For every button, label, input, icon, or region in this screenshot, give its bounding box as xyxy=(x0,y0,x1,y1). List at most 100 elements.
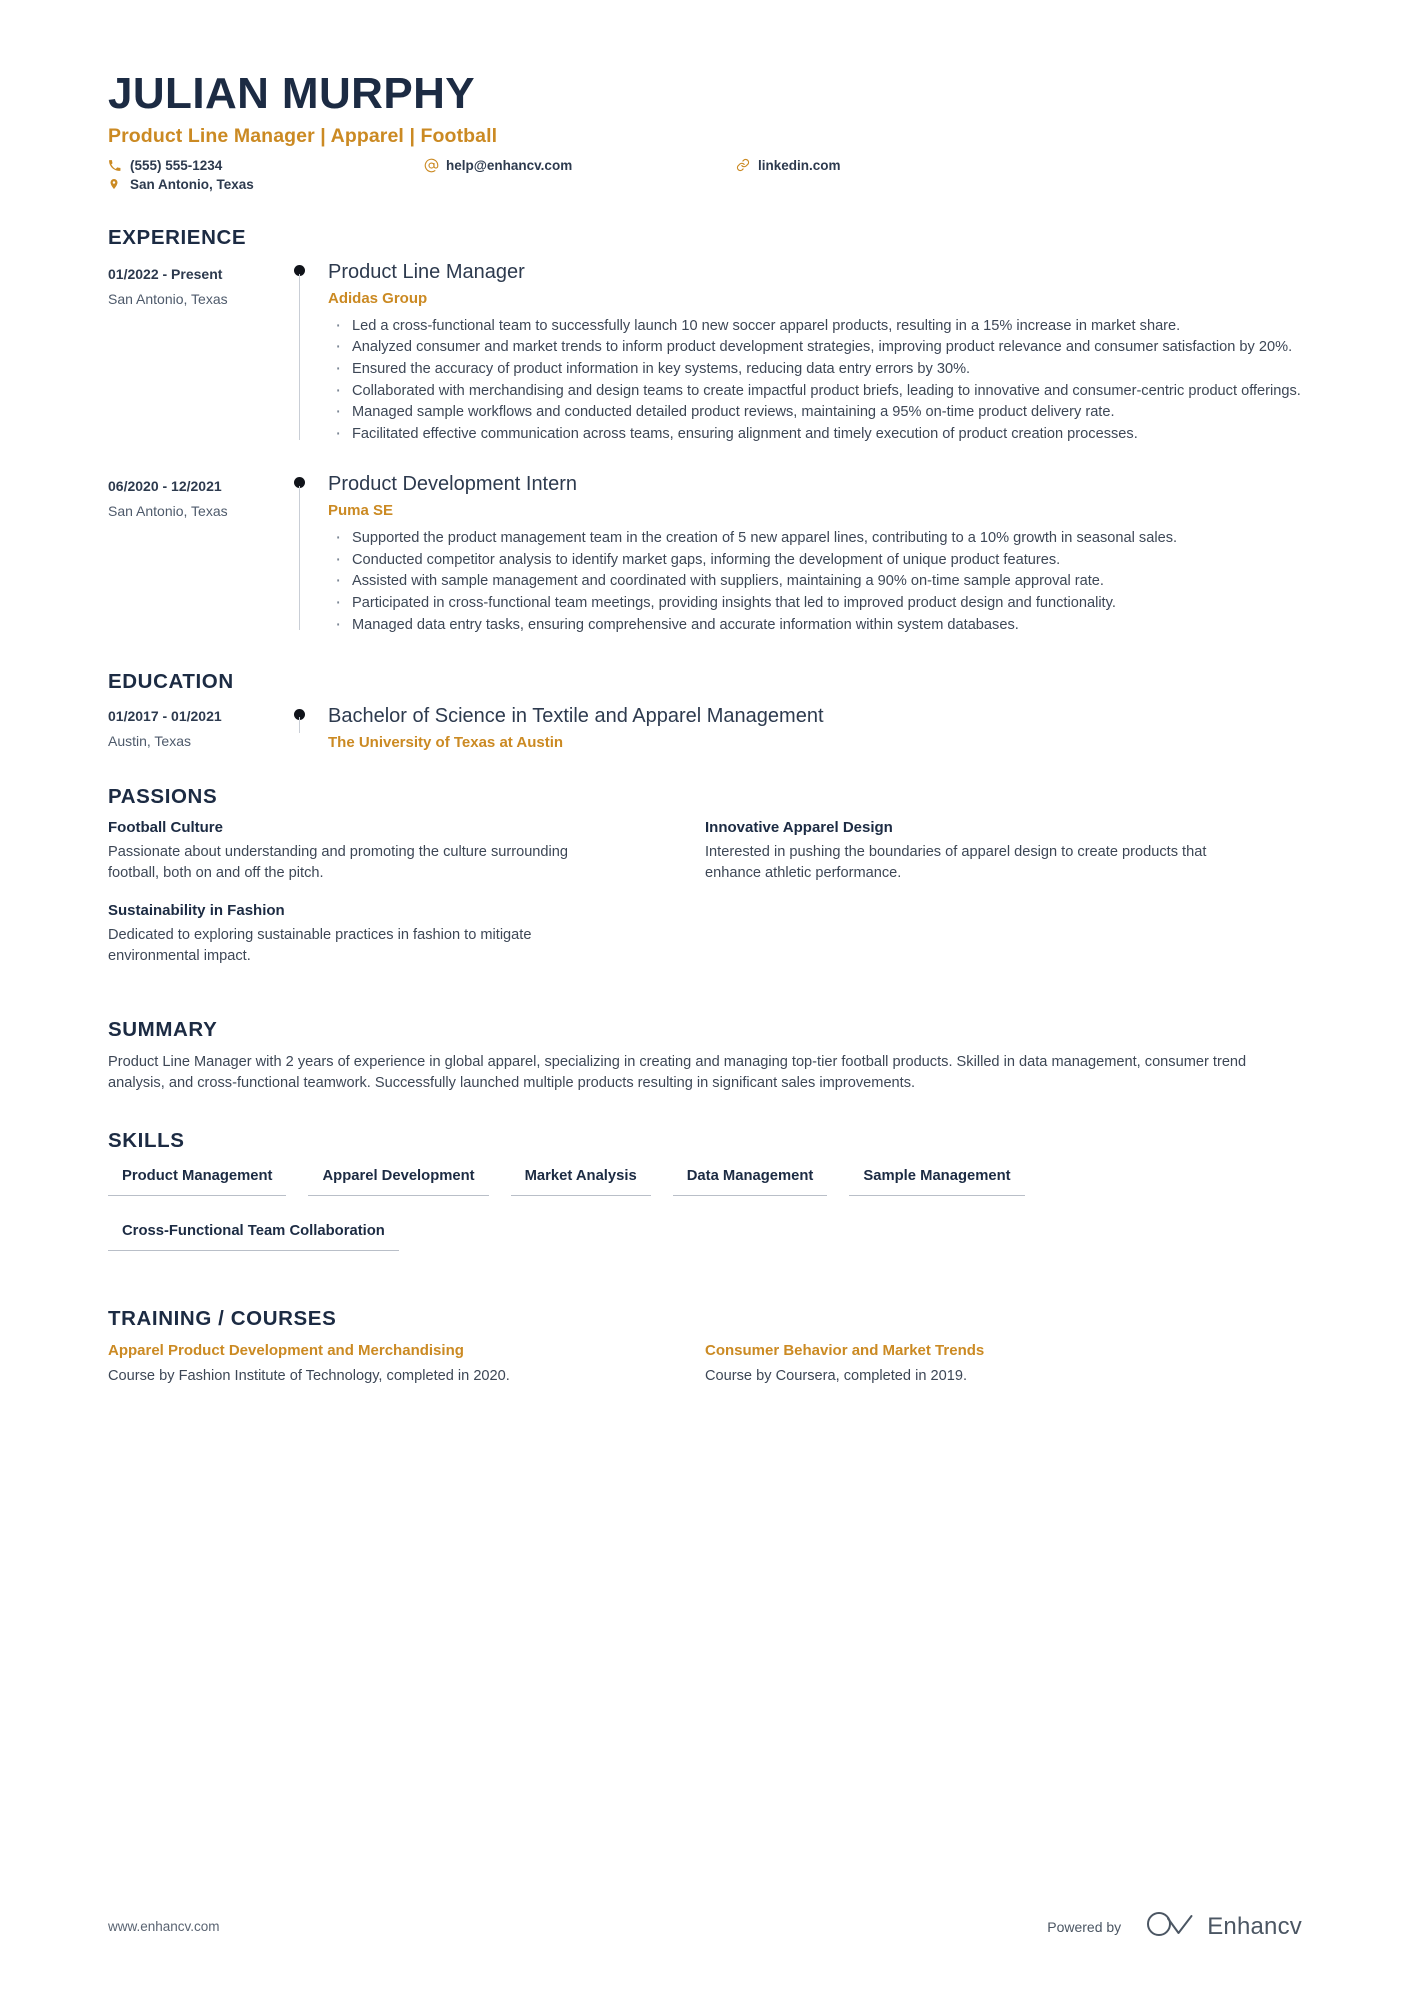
experience-company: Adidas Group xyxy=(328,289,428,307)
section-courses: TRAINING / COURSES Apparel Product Devel… xyxy=(108,1307,1302,1406)
experience-role: Product Development Intern xyxy=(328,472,578,495)
section-title-summary: SUMMARY xyxy=(108,1018,218,1042)
contact-location: San Antonio, Texas xyxy=(108,177,424,192)
experience-entry: 01/2022 - Present San Antonio, Texas Pro… xyxy=(108,260,1302,448)
list-item: Supported the product management team in… xyxy=(328,525,1302,552)
skills-list: Product Management Apparel Development M… xyxy=(108,1163,1302,1273)
resume-footer: www.enhancv.com Powered by Enhancv xyxy=(108,1910,1302,1943)
section-title-passions: PASSIONS xyxy=(108,785,218,809)
list-item: Collaborated with merchandising and desi… xyxy=(328,378,1302,405)
passion-item: Innovative Apparel Design Interested in … xyxy=(705,819,1302,883)
list-item: Conducted competitor analysis to identif… xyxy=(328,547,1302,574)
course-title: Consumer Behavior and Market Trends xyxy=(705,1341,985,1359)
course-text: Course by Fashion Institute of Technolog… xyxy=(108,1368,510,1385)
list-item: Participated in cross-functional team me… xyxy=(328,590,1302,617)
list-item: Assisted with sample management and coor… xyxy=(328,568,1302,595)
skill-tag: Cross-Functional Team Collaboration xyxy=(108,1218,399,1251)
skill-tag: Market Analysis xyxy=(510,1163,651,1196)
contact-email-text: help@enhancv.com xyxy=(446,157,573,173)
skill-tag: Sample Management xyxy=(849,1163,1025,1196)
timeline-line xyxy=(299,485,300,631)
skill-tag: Data Management xyxy=(672,1163,828,1196)
passion-text: Interested in pushing the boundaries of … xyxy=(705,844,1207,882)
section-title-education: EDUCATION xyxy=(108,670,234,694)
link-icon xyxy=(736,158,753,172)
list-item: Managed data entry tasks, ensuring compr… xyxy=(328,612,1302,639)
course-item: Apparel Product Development and Merchand… xyxy=(108,1341,705,1388)
enhancv-brand-name: Enhancv xyxy=(1207,1912,1302,1940)
education-school: The University of Texas at Austin xyxy=(328,734,564,752)
passions-grid: Football Culture Passionate about unders… xyxy=(108,819,1302,984)
footer-url[interactable]: www.enhancv.com xyxy=(108,1919,220,1934)
section-passions: PASSIONS Football Culture Passionate abo… xyxy=(108,785,1302,984)
experience-entry: 06/2020 - 12/2021 San Antonio, Texas Pro… xyxy=(108,472,1302,639)
timeline-rail xyxy=(276,260,328,446)
experience-meta: 06/2020 - 12/2021 San Antonio, Texas xyxy=(108,472,276,637)
course-title: Apparel Product Development and Merchand… xyxy=(108,1341,464,1359)
experience-meta: 01/2022 - Present San Antonio, Texas xyxy=(108,260,276,446)
passion-title: Innovative Apparel Design xyxy=(705,819,893,837)
experience-bullet-list: Led a cross-functional team to successfu… xyxy=(328,313,1302,448)
timeline-rail xyxy=(276,472,328,637)
timeline-line xyxy=(299,273,300,440)
contact-website-text: linkedin.com xyxy=(758,157,841,173)
skill-tag: Apparel Development xyxy=(308,1163,489,1196)
experience-date: 01/2022 - Present xyxy=(108,265,223,282)
powered-by-label: Powered by xyxy=(1047,1918,1122,1935)
passion-item: Football Culture Passionate about unders… xyxy=(108,819,705,883)
education-content: Bachelor of Science in Textile and Appar… xyxy=(328,704,1302,751)
contact-phone-text: (555) 555-1234 xyxy=(130,157,223,173)
list-item: Managed sample workflows and conducted d… xyxy=(328,399,1302,426)
section-summary: SUMMARY Product Line Manager with 2 year… xyxy=(108,1018,1302,1094)
section-education: EDUCATION 01/2017 - 01/2021 Austin, Texa… xyxy=(108,670,1302,751)
education-meta: 01/2017 - 01/2021 Austin, Texas xyxy=(108,704,276,751)
at-sign-icon xyxy=(424,158,441,173)
education-location: Austin, Texas xyxy=(108,733,192,750)
map-pin-icon xyxy=(108,177,125,191)
experience-role: Product Line Manager xyxy=(328,260,525,283)
candidate-headline: Product Line Manager | Apparel | Footbal… xyxy=(108,124,498,147)
experience-company: Puma SE xyxy=(328,501,394,519)
list-item: Led a cross-functional team to successfu… xyxy=(328,313,1302,340)
contact-phone[interactable]: (555) 555-1234 xyxy=(108,158,424,173)
list-item: Analyzed consumer and market trends to i… xyxy=(328,334,1302,361)
phone-icon xyxy=(108,159,125,172)
experience-location: San Antonio, Texas xyxy=(108,290,228,307)
passion-title: Football Culture xyxy=(108,819,223,837)
section-title-courses: TRAINING / COURSES xyxy=(108,1306,337,1330)
contact-location-text: San Antonio, Texas xyxy=(130,176,254,192)
education-degree: Bachelor of Science in Textile and Appar… xyxy=(328,705,824,728)
experience-date: 06/2020 - 12/2021 xyxy=(108,477,222,494)
section-title-skills: SKILLS xyxy=(108,1128,185,1152)
skill-tag: Product Management xyxy=(108,1163,287,1196)
passion-text: Dedicated to exploring sustainable pract… xyxy=(108,926,532,964)
section-skills: SKILLS Product Management Apparel Develo… xyxy=(108,1129,1302,1273)
experience-bullet-list: Supported the product management team in… xyxy=(328,525,1302,639)
contact-website[interactable]: linkedin.com xyxy=(736,158,841,173)
enhancv-logo-icon xyxy=(1145,1910,1197,1943)
passion-item: Sustainability in Fashion Dedicated to e… xyxy=(108,902,705,966)
education-date: 01/2017 - 01/2021 xyxy=(108,708,222,725)
candidate-name: JULIAN MURPHY xyxy=(108,69,475,118)
contact-email[interactable]: help@enhancv.com xyxy=(424,158,736,173)
resume-header: JULIAN MURPHY Product Line Manager | App… xyxy=(108,70,1302,192)
experience-location: San Antonio, Texas xyxy=(108,502,228,519)
contact-row-secondary: San Antonio, Texas xyxy=(108,177,1302,192)
timeline-line xyxy=(299,717,300,734)
education-entry: 01/2017 - 01/2021 Austin, Texas Bachelor… xyxy=(108,704,1302,751)
timeline-rail xyxy=(276,704,328,751)
list-item: Ensured the accuracy of product informat… xyxy=(328,356,1302,383)
course-text: Course by Coursera, completed in 2019. xyxy=(705,1368,968,1385)
summary-text: Product Line Manager with 2 years of exp… xyxy=(108,1054,1247,1092)
experience-content: Product Development Intern Puma SE Suppo… xyxy=(328,472,1302,639)
footer-branding: Powered by Enhancv xyxy=(1047,1910,1302,1943)
resume-page: JULIAN MURPHY Product Line Manager | App… xyxy=(0,0,1410,1995)
experience-content: Product Line Manager Adidas Group Led a … xyxy=(328,260,1302,448)
contact-row-primary: (555) 555-1234 help@enhancv.com linkedin… xyxy=(108,158,1302,173)
courses-grid: Apparel Product Development and Merchand… xyxy=(108,1341,1302,1406)
list-item: Facilitated effective communication acro… xyxy=(328,421,1302,448)
passion-title: Sustainability in Fashion xyxy=(108,901,285,919)
passion-text: Passionate about understanding and promo… xyxy=(108,844,569,882)
section-title-experience: EXPERIENCE xyxy=(108,225,247,249)
course-item: Consumer Behavior and Market Trends Cour… xyxy=(705,1341,1302,1388)
